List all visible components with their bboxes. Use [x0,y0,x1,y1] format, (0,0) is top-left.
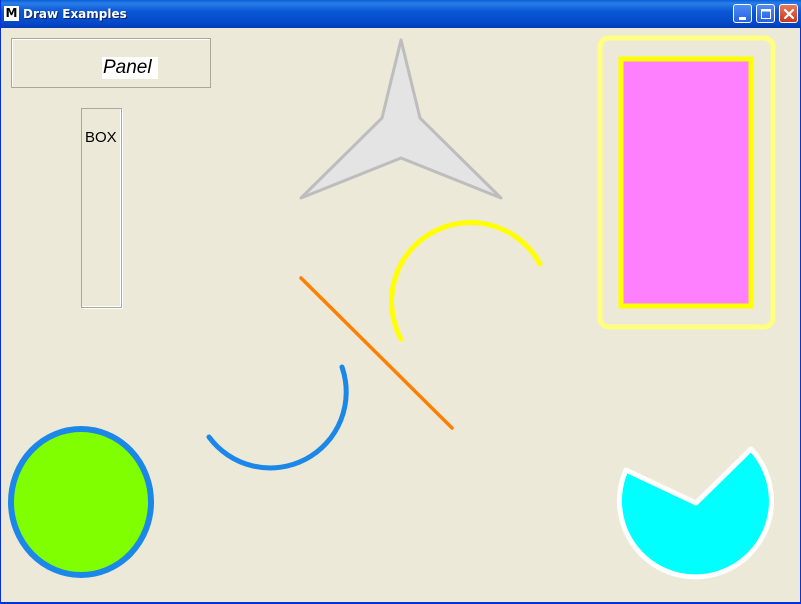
drawing-canvas [8,35,776,580]
cyan-pie [617,446,774,580]
star-shape [299,38,503,200]
app-window: M Draw Examples Panel BOX [0,0,801,604]
pink-rectangle [618,56,754,309]
blue-arc [206,364,349,471]
green-circle [8,426,154,578]
orange-line [299,276,454,430]
yellow-arc [389,220,543,342]
